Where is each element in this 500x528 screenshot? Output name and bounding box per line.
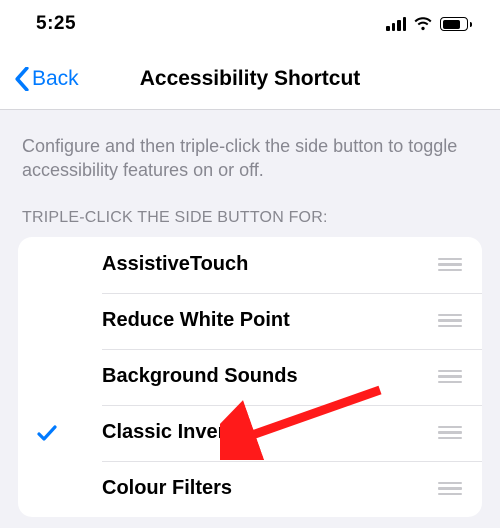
option-label: Reduce White Point [76, 309, 438, 332]
option-row-background-sounds[interactable]: Background Sounds [18, 349, 482, 405]
section-description: Configure and then triple-click the side… [0, 110, 500, 183]
checkmark-icon [36, 422, 58, 444]
wifi-icon [413, 17, 433, 31]
page-title: Accessibility Shortcut [140, 67, 361, 91]
drag-handle-icon[interactable] [438, 426, 466, 440]
option-row-classic-invert[interactable]: Classic Invert [18, 405, 482, 461]
drag-handle-icon[interactable] [438, 482, 466, 496]
option-label: Colour Filters [76, 477, 438, 500]
status-right [386, 17, 472, 31]
option-row-assistivetouch[interactable]: AssistiveTouch [18, 237, 482, 293]
battery-icon [440, 17, 472, 31]
option-row-reduce-white-point[interactable]: Reduce White Point [18, 293, 482, 349]
option-label: Background Sounds [76, 365, 438, 388]
chevron-left-icon [14, 67, 30, 91]
cellular-icon [386, 17, 406, 31]
status-time: 5:25 [36, 13, 76, 35]
nav-bar: Back Accessibility Shortcut [0, 48, 500, 110]
checkmark-slot [18, 422, 76, 444]
drag-handle-icon[interactable] [438, 370, 466, 384]
option-label: AssistiveTouch [76, 253, 438, 276]
status-bar: 5:25 [0, 0, 500, 48]
section-header: TRIPLE-CLICK THE SIDE BUTTON FOR: [0, 183, 500, 237]
option-row-colour-filters[interactable]: Colour Filters [18, 461, 482, 517]
option-label: Classic Invert [76, 421, 438, 444]
options-list: AssistiveTouch Reduce White Point Backgr… [18, 237, 482, 517]
back-button[interactable]: Back [14, 67, 79, 91]
drag-handle-icon[interactable] [438, 258, 466, 272]
screen: 5:25 Back Accessibility Shortcut Configu… [0, 0, 500, 528]
drag-handle-icon[interactable] [438, 314, 466, 328]
back-label: Back [32, 67, 79, 91]
